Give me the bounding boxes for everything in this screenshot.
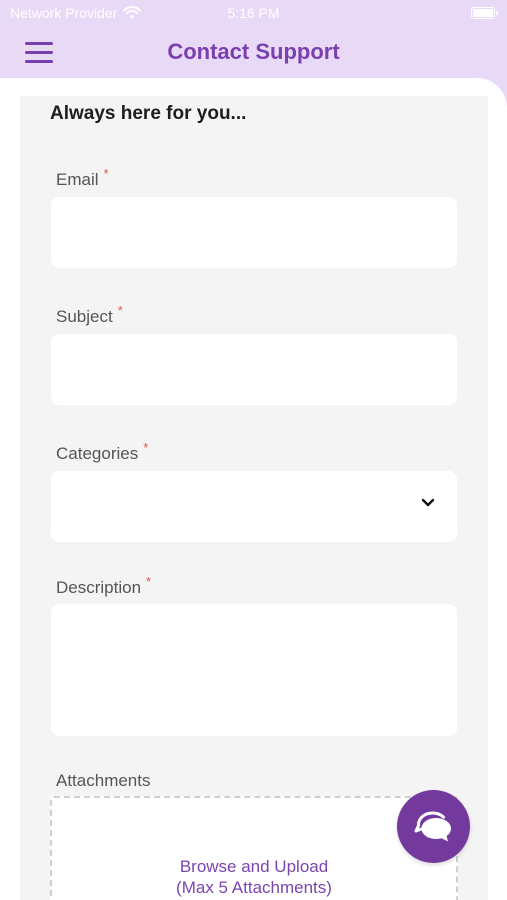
subject-label-text: Subject	[56, 307, 113, 326]
attachments-label: Attachments	[56, 771, 151, 790]
attachment-upload-area[interactable]: Browse and Upload (Max 5 Attachments)	[50, 796, 458, 900]
status-time: 5:16 PM	[227, 5, 280, 21]
navigation-bar: Contact Support	[0, 28, 507, 78]
categories-select[interactable]	[51, 471, 457, 542]
required-mark: *	[143, 440, 149, 455]
subject-label: Subject *	[56, 303, 123, 327]
email-label-text: Email	[56, 170, 99, 189]
description-label-text: Description	[56, 578, 142, 597]
chat-button[interactable]	[397, 790, 470, 863]
upload-prompt-line1: Browse and Upload	[179, 857, 329, 876]
categories-label: Categories *	[56, 440, 148, 464]
email-field[interactable]	[51, 197, 457, 268]
subject-field[interactable]	[51, 334, 457, 405]
page-title: Contact Support	[167, 39, 340, 64]
upload-prompt-line2: (Max 5 Attachments)	[176, 878, 332, 897]
form-heading: Always here for you...	[50, 103, 247, 124]
email-label: Email *	[56, 166, 109, 190]
upload-prompt: Browse and Upload (Max 5 Attachments)	[52, 856, 456, 898]
categories-label-text: Categories	[56, 444, 139, 463]
battery-icon	[471, 7, 498, 19]
status-bar: Network Provider 5:16 PM	[0, 0, 507, 28]
description-label: Description *	[56, 574, 151, 598]
required-mark: *	[103, 166, 109, 181]
description-textarea[interactable]	[51, 604, 457, 736]
required-mark: *	[146, 574, 152, 589]
chevron-down-icon	[421, 498, 435, 507]
chat-bubbles-icon	[414, 810, 451, 841]
required-mark: *	[117, 303, 123, 318]
